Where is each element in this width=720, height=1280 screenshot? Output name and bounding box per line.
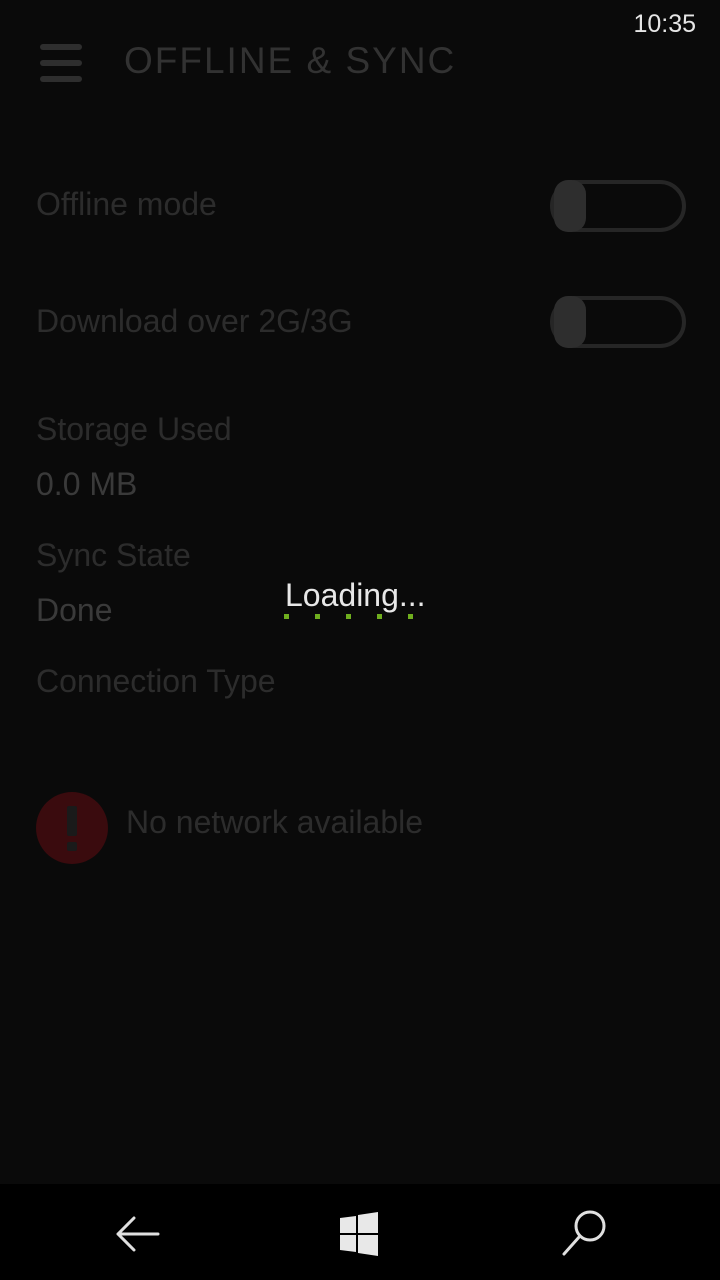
connection-type-label: Connection Type (36, 663, 276, 699)
offline-sync-screen: 10:35 OFFLINE & SYNC Offline mode Downlo… (0, 0, 720, 1184)
offline-mode-toggle[interactable] (550, 180, 686, 232)
windows-logo-icon[interactable] (323, 1198, 395, 1270)
back-arrow-icon[interactable] (100, 1198, 172, 1270)
hamburger-icon[interactable] (40, 44, 82, 82)
toggle-knob (554, 180, 586, 232)
download-over-cellular-label: Download over 2G/3G (36, 303, 353, 339)
network-error-message: No network available (126, 804, 424, 840)
download-over-cellular-toggle[interactable] (550, 296, 686, 348)
exclamation-icon (36, 792, 108, 864)
storage-used-label: Storage Used (36, 411, 232, 447)
page-title: OFFLINE & SYNC (124, 40, 457, 81)
storage-used-value: 0.0 MB (36, 466, 138, 502)
offline-mode-label: Offline mode (36, 186, 217, 222)
loading-progress-dots (284, 614, 414, 622)
sync-state-label: Sync State (36, 537, 191, 573)
sync-state-value: Done (36, 592, 113, 628)
search-icon[interactable] (548, 1198, 620, 1270)
navigation-bar (0, 1184, 720, 1280)
header: OFFLINE & SYNC (0, 0, 720, 120)
toggle-knob (554, 296, 586, 348)
loading-label: Loading... (285, 577, 426, 613)
